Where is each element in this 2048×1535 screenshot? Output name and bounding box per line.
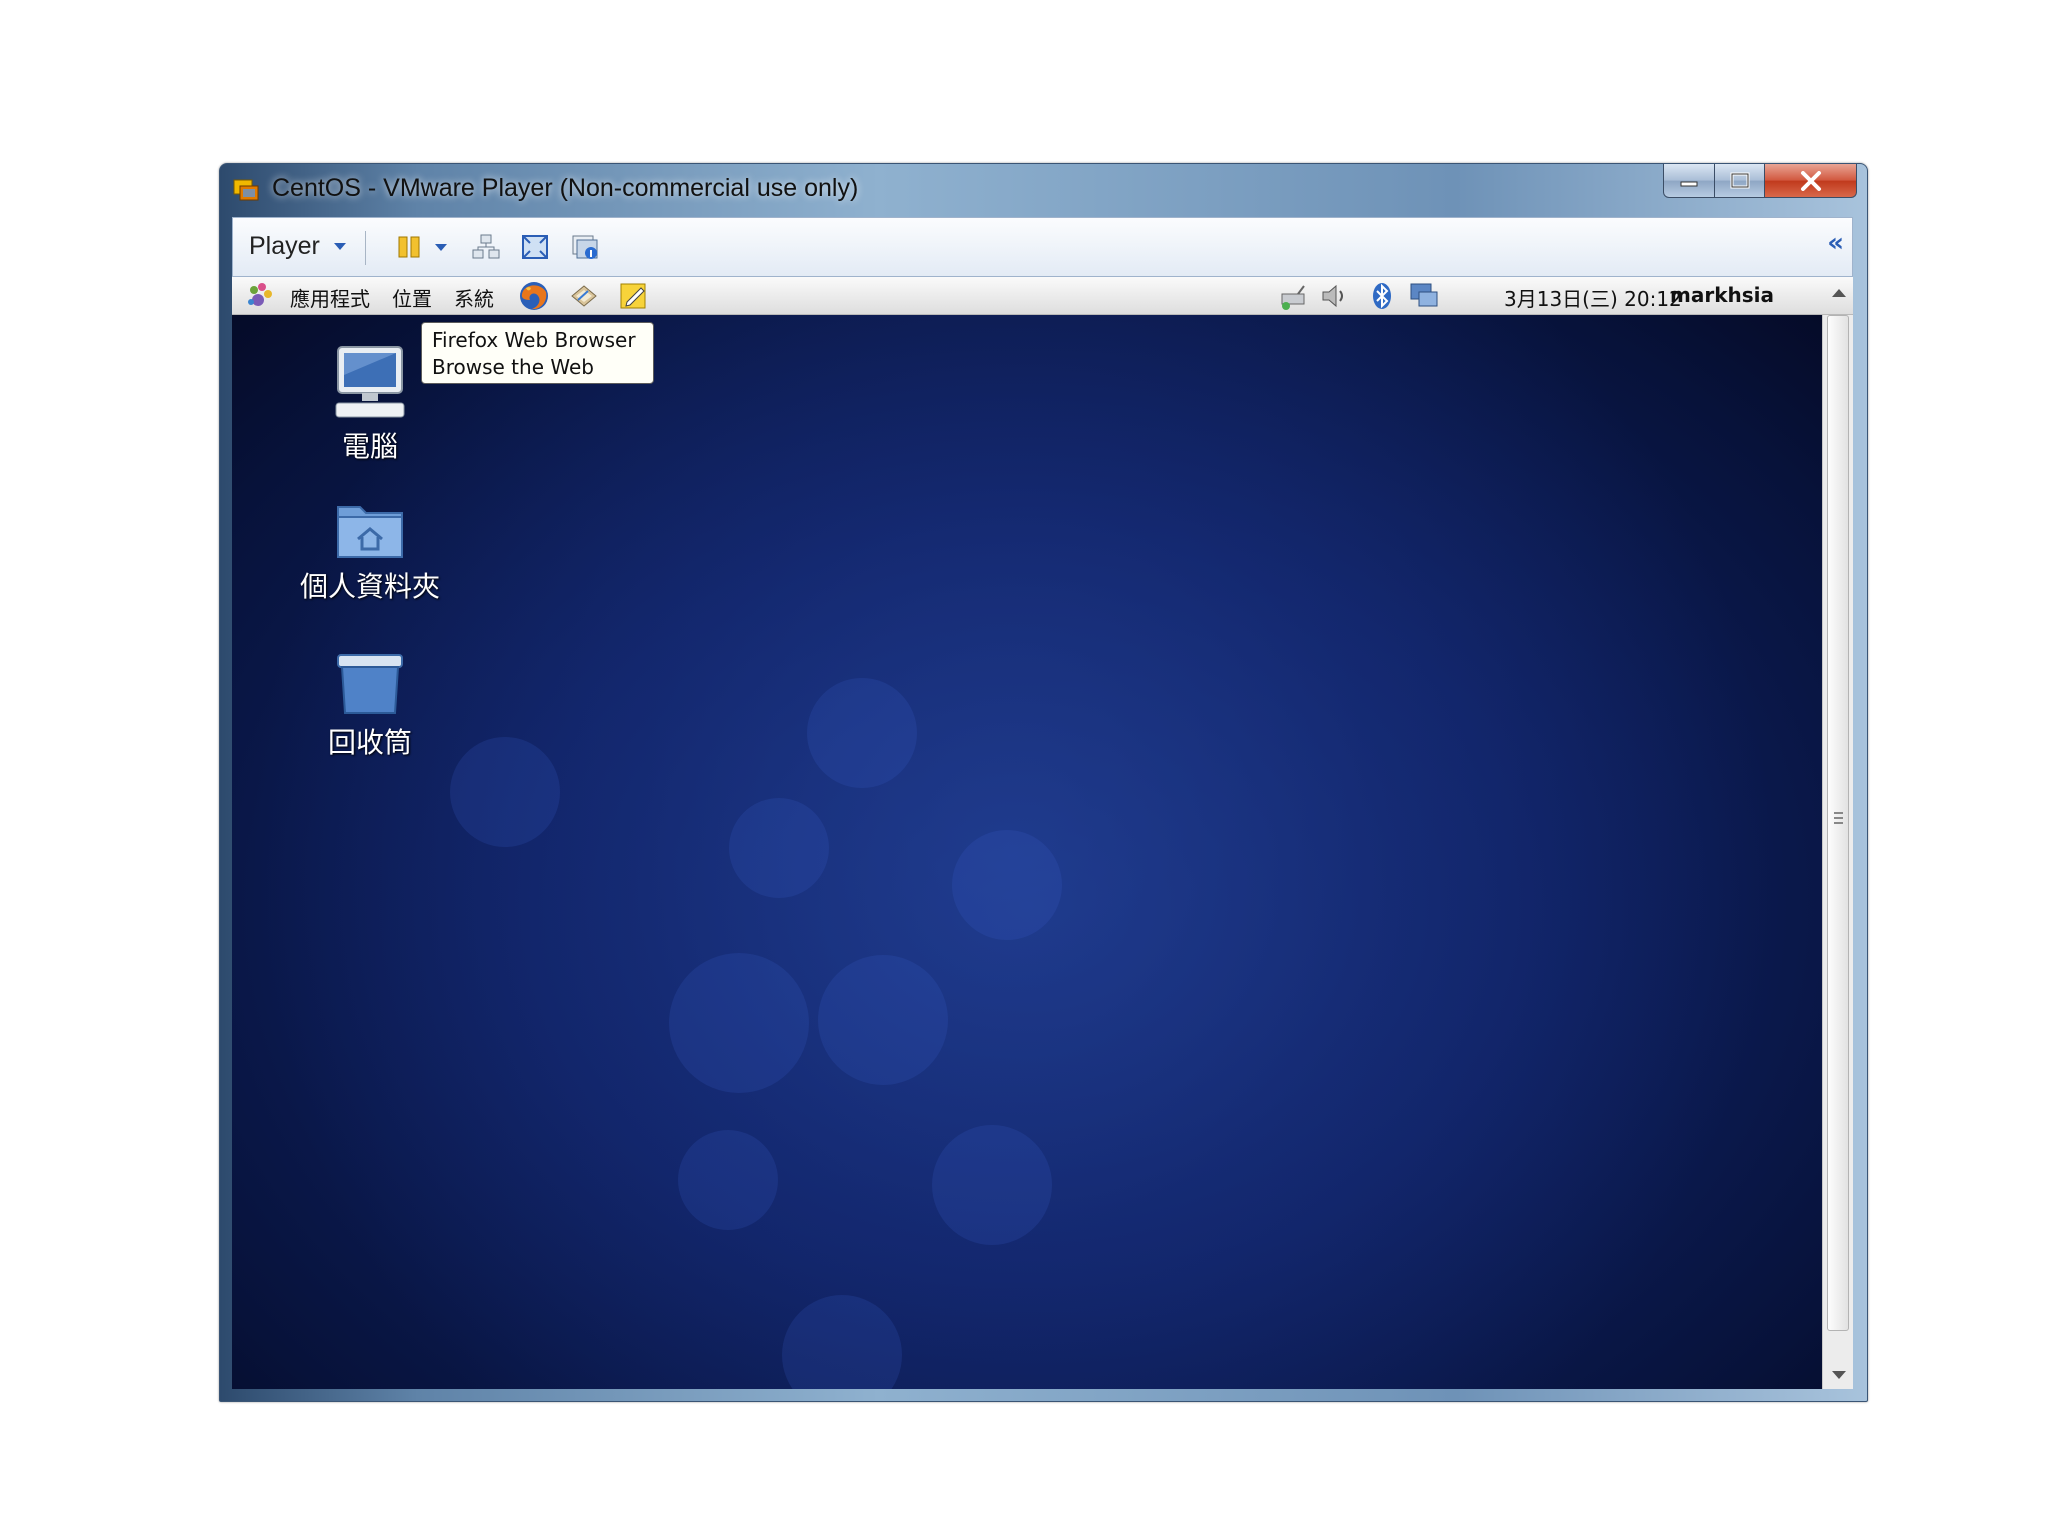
maximize-icon [1730, 172, 1749, 188]
desktop-icon-label: 個人資料夾 [299, 570, 440, 603]
text-editor-icon[interactable] [617, 280, 649, 312]
menu-applications[interactable]: 應用程式 [290, 283, 370, 312]
toolbar-separator [365, 231, 366, 265]
window-controls [1663, 164, 1857, 198]
player-menu-label: Player [249, 232, 320, 260]
scroll-grip-icon [1834, 812, 1843, 824]
display-icon[interactable] [1408, 280, 1440, 312]
vmware-toolbar: Player « [232, 217, 1853, 277]
desktop-icon-home-folder[interactable]: 個人資料夾 [285, 497, 455, 605]
scroll-up-arrow-icon[interactable] [1832, 289, 1846, 297]
firefox-tooltip: Firefox Web Browser Browse the Web [421, 322, 654, 384]
chevron-down-icon[interactable] [435, 244, 447, 251]
close-button[interactable] [1765, 164, 1857, 198]
bokeh-decoration [782, 1295, 902, 1389]
vmware-app-icon[interactable] [232, 176, 260, 204]
panel-clock[interactable]: 3月13日(三) 20:12 [1504, 283, 1682, 312]
home-folder-icon [337, 506, 403, 558]
tooltip-title: Firefox Web Browser [432, 328, 636, 352]
desktop-icon-label: 電腦 [341, 430, 398, 463]
bokeh-decoration [669, 953, 809, 1093]
pause-icon[interactable] [393, 231, 425, 263]
desktop-icon-label: 回收筒 [327, 726, 412, 759]
bokeh-decoration [952, 830, 1062, 940]
vmware-player-window: CentOS - VMware Player (Non-commercial u… [219, 163, 1868, 1402]
fullscreen-icon[interactable] [519, 231, 551, 263]
menu-system[interactable]: 系統 [454, 283, 494, 312]
scroll-down-arrow-icon[interactable] [1832, 1371, 1846, 1379]
gnome-top-panel: 應用程式 位置 系統 3月13日(三) 20:12 markhsia [232, 277, 1853, 315]
bokeh-decoration [818, 955, 948, 1085]
unity-icon[interactable] [569, 231, 601, 263]
collapse-toolbar-icon[interactable]: « [1827, 228, 1844, 258]
tooltip-description: Browse the Web [432, 355, 594, 379]
player-menu[interactable]: Player [249, 232, 346, 261]
network-icon[interactable] [1278, 280, 1310, 312]
bokeh-decoration [450, 737, 560, 847]
volume-icon[interactable] [1318, 280, 1350, 312]
trash-icon [337, 654, 403, 714]
guest-screen[interactable]: 應用程式 位置 系統 3月13日(三) 20:12 markhsia 電腦 個人… [232, 277, 1853, 1389]
gnome-foot-icon[interactable] [244, 280, 276, 312]
menu-places[interactable]: 位置 [392, 283, 432, 312]
chevron-down-icon [333, 243, 346, 250]
bokeh-decoration [729, 798, 829, 898]
bokeh-decoration [932, 1125, 1052, 1245]
minimize-icon [1680, 181, 1698, 186]
computer-icon [335, 346, 405, 418]
mail-client-icon[interactable] [568, 280, 600, 312]
vertical-scrollbar[interactable] [1822, 289, 1853, 1389]
desktop-icon-trash[interactable]: 回收筒 [285, 651, 455, 761]
window-title: CentOS - VMware Player (Non-commercial u… [272, 174, 859, 202]
title-bar[interactable]: CentOS - VMware Player (Non-commercial u… [220, 164, 1867, 216]
firefox-icon[interactable] [518, 280, 550, 312]
panel-username[interactable]: markhsia [1670, 283, 1774, 307]
maximize-button[interactable] [1715, 164, 1765, 198]
bokeh-decoration [678, 1130, 778, 1230]
desktop-background[interactable]: 電腦 個人資料夾 回收筒 Firefox Web Browser Browse … [232, 315, 1822, 1389]
minimize-button[interactable] [1663, 164, 1715, 198]
bluetooth-icon[interactable] [1366, 280, 1398, 312]
scrollbar-thumb[interactable] [1827, 315, 1849, 1331]
send-ctrl-alt-del-icon[interactable] [470, 231, 502, 263]
bokeh-decoration [807, 678, 917, 788]
close-icon [1800, 170, 1821, 191]
